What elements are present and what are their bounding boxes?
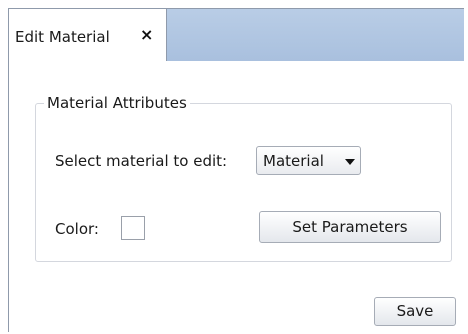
material-select[interactable]: Material — [256, 146, 361, 175]
set-parameters-button[interactable]: Set Parameters — [259, 211, 441, 243]
tab-label: Edit Material — [15, 28, 110, 46]
color-swatch[interactable] — [121, 216, 145, 240]
material-select-value: Material — [263, 152, 324, 170]
edit-material-window: Edit Material × Material Attributes Sele… — [8, 8, 464, 333]
tab-edit-material[interactable]: Edit Material × — [9, 9, 167, 62]
select-material-label: Select material to edit: — [55, 152, 228, 170]
save-button[interactable]: Save — [374, 297, 456, 326]
color-label: Color: — [55, 220, 99, 238]
group-legend: Material Attributes — [44, 94, 190, 112]
caret-down-icon — [345, 159, 355, 165]
edit-material-panel: Material Attributes Select material to e… — [9, 61, 464, 333]
tab-bar: Edit Material × — [9, 9, 464, 62]
close-icon[interactable]: × — [140, 26, 153, 44]
